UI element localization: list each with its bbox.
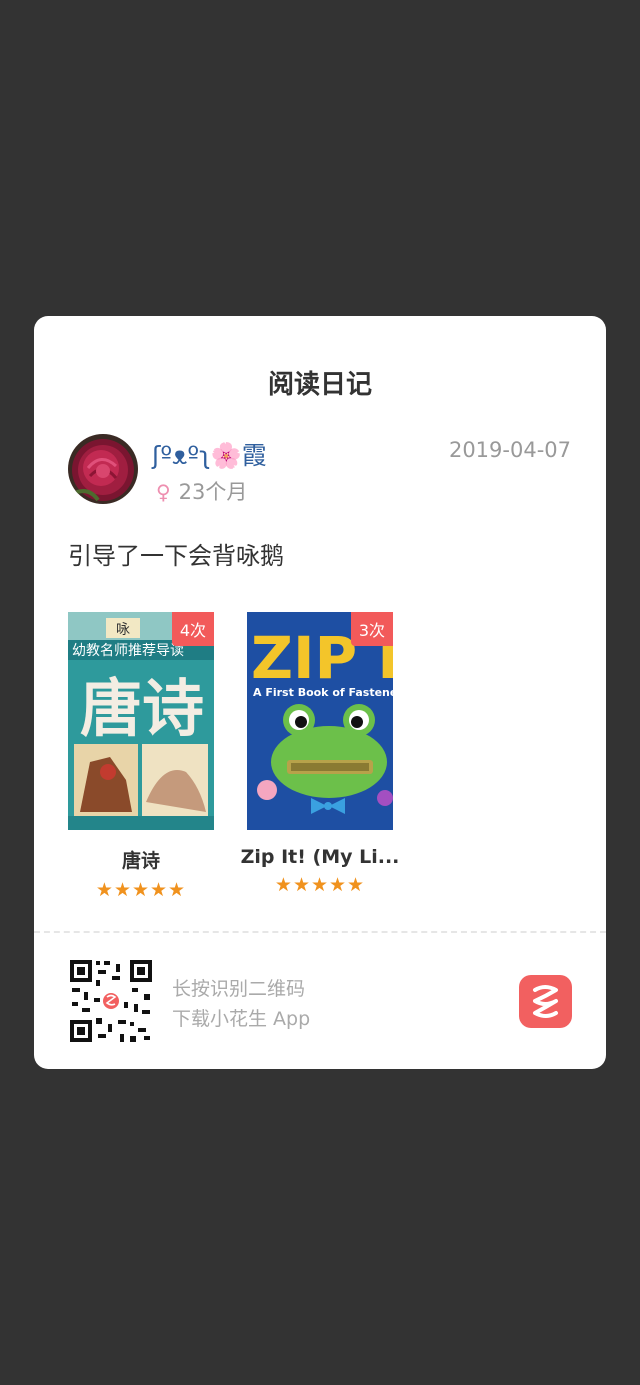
qr-instructions: 长按识别二维码 下载小花生 App <box>172 974 310 1034</box>
qr-line1: 长按识别二维码 <box>172 978 306 1000</box>
diary-note: 引导了一下会背咏鹅 <box>68 542 284 570</box>
female-icon: ♀ <box>156 480 171 504</box>
username[interactable]: ʃºᴥºʅ🌸霞 <box>152 436 267 472</box>
dashed-divider <box>34 931 606 933</box>
read-count-badge: 3次 <box>350 612 393 646</box>
book-cover[interactable]: ZIP IT A First Book of Fastene 3次 <box>247 612 393 830</box>
rating-stars: ★★★★★ <box>274 874 366 896</box>
book-cover[interactable]: 咏 幼教名师推荐导读 唐诗 4次 <box>68 612 214 830</box>
age-text: 23个月 <box>178 480 248 504</box>
entry-date: 2019-04-07 <box>448 438 571 462</box>
avatar[interactable] <box>68 434 138 504</box>
child-age: ♀ 23个月 <box>156 476 247 506</box>
cover-subtitle: A First Book of Fastene <box>253 686 393 699</box>
book-item[interactable]: 咏 幼教名师推荐导读 唐诗 4次 唐诗 ★★★★★ <box>68 612 214 901</box>
cover-big-text: 唐诗 <box>80 672 204 745</box>
cover-top-text: 咏 <box>116 622 130 638</box>
read-count-badge: 4次 <box>171 612 214 646</box>
book-title: 唐诗 <box>121 850 160 872</box>
card-title: 阅读日记 <box>267 370 372 400</box>
qr-code-icon[interactable] <box>68 958 154 1044</box>
book-title: Zip It! (My Li... <box>240 846 400 868</box>
cover-banner-text: 幼教名师推荐导读 <box>72 642 184 659</box>
book-item[interactable]: ZIP IT A First Book of Fastene 3次 Zip It… <box>241 612 399 896</box>
qr-line2: 下载小花生 App <box>172 1008 311 1030</box>
app-logo-icon <box>519 975 572 1028</box>
rating-stars: ★★★★★ <box>95 879 187 901</box>
